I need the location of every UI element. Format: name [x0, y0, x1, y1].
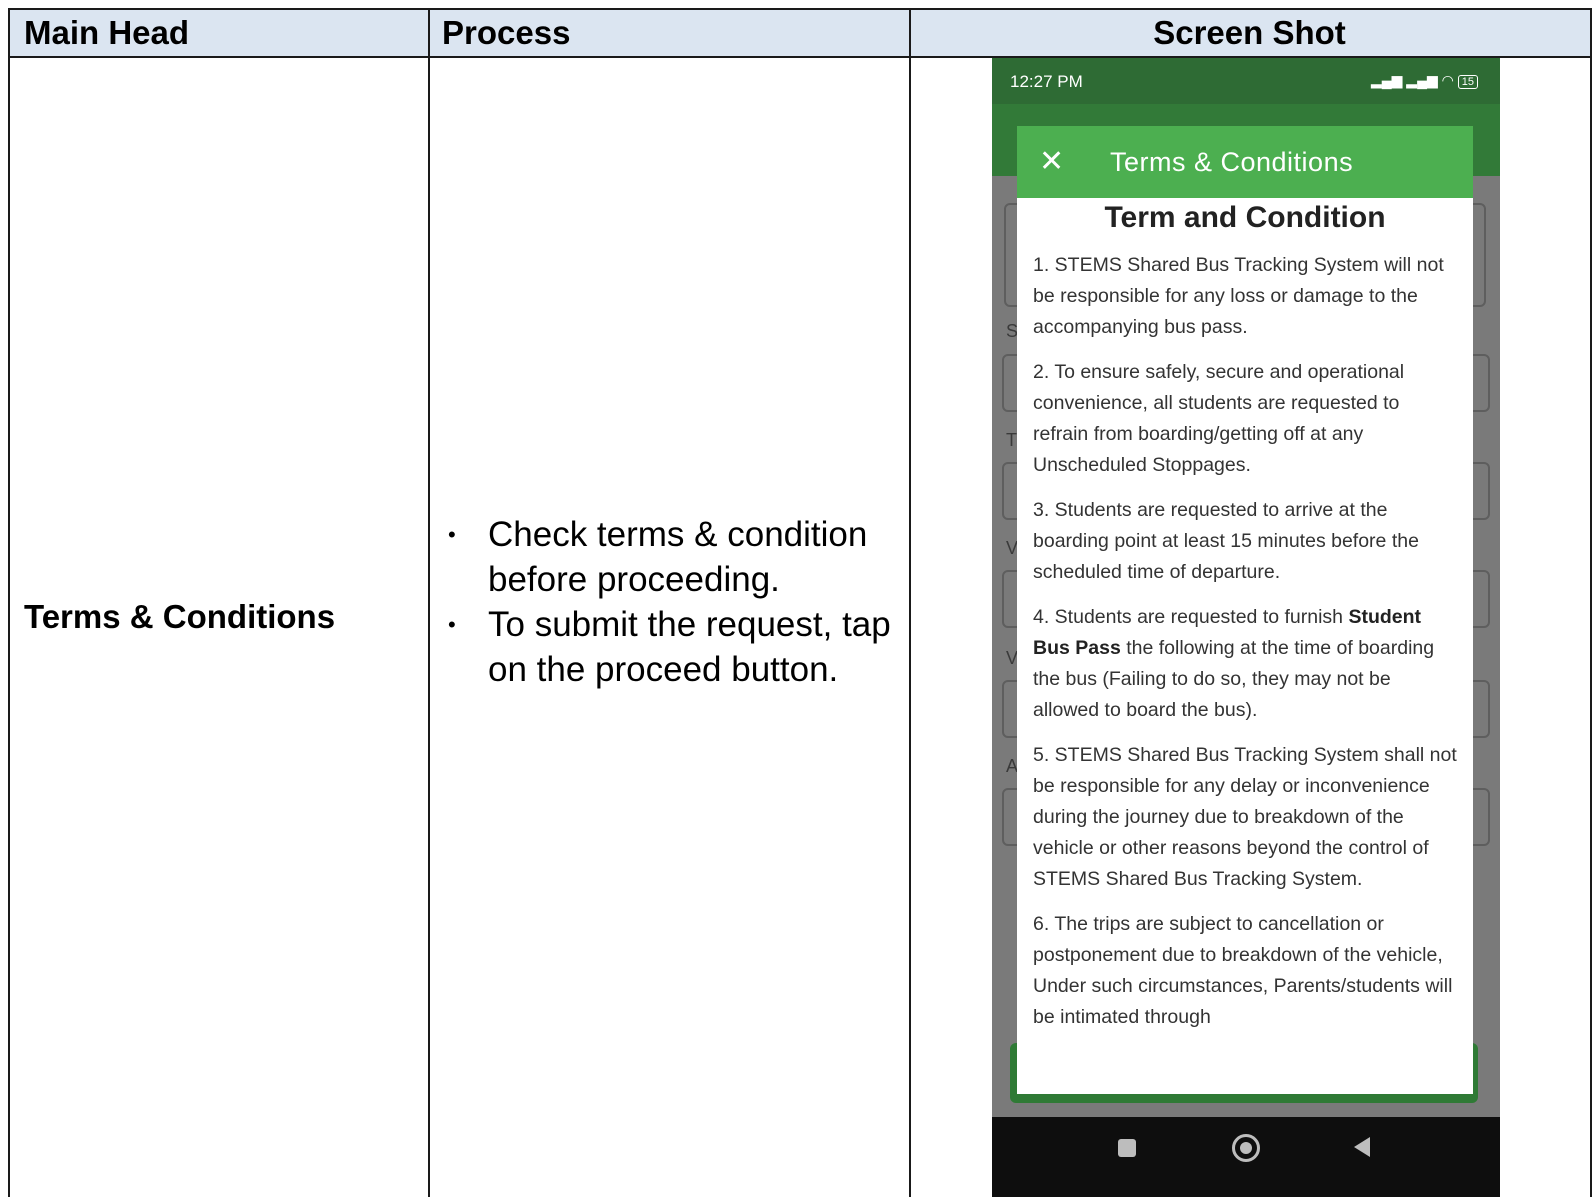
term-item: 4. Students are requested to furnish Stu… [1033, 602, 1457, 726]
wifi-icon: ◠ [1441, 72, 1454, 88]
header-screen-shot: Screen Shot [1153, 14, 1346, 51]
bullet-icon: • [448, 612, 456, 637]
signal-icon: ▂▄▆ [1406, 72, 1438, 88]
background-label: T [1006, 430, 1017, 450]
term-item: 3. Students are requested to arrive at t… [1033, 495, 1457, 588]
process-step-text: Check terms & condition before proceedin… [488, 515, 868, 599]
header-process: Process [442, 14, 571, 51]
back-icon[interactable] [1354, 1137, 1370, 1157]
signal-icon: ▂▄▆ [1370, 72, 1403, 88]
header-main-head: Main Head [24, 14, 190, 51]
term-text: 5. STEMS Shared Bus Tracking System shal… [1033, 744, 1457, 890]
phone-screenshot: 12:27 PM ▂▄▆ ▂▄▆ ◠ 15 S T V V A ✕ Terms … [992, 58, 1500, 1197]
term-item: 2. To ensure safely, secure and operatio… [1033, 357, 1457, 481]
terms-dialog: ✕ Terms & Conditions Term and Condition … [1017, 126, 1473, 1094]
term-text: 6. The trips are subject to cancellation… [1033, 913, 1453, 1028]
term-text: 2. To ensure safely, secure and operatio… [1033, 361, 1405, 476]
battery-icon: 15 [1457, 75, 1478, 89]
term-text: 4. Students are requested to furnish [1033, 606, 1349, 628]
dialog-header: ✕ Terms & Conditions [1017, 126, 1473, 198]
close-icon[interactable]: ✕ [1039, 142, 1064, 182]
home-icon[interactable] [1232, 1134, 1260, 1162]
status-bar: 12:27 PM ▂▄▆ ▂▄▆ ◠ 15 [992, 58, 1500, 104]
dialog-title: Terms & Conditions [1110, 147, 1354, 177]
dialog-heading: Term and Condition [1104, 201, 1386, 234]
column-divider [428, 10, 430, 1197]
recents-icon[interactable] [1118, 1139, 1136, 1157]
term-item: 1. STEMS Shared Bus Tracking System will… [1033, 250, 1457, 343]
term-text: 1. STEMS Shared Bus Tracking System will… [1033, 254, 1444, 338]
term-text: 3. Students are requested to arrive at t… [1033, 499, 1419, 583]
process-step-text: To submit the request, tap on the procee… [488, 605, 891, 689]
android-nav-bar [992, 1117, 1500, 1197]
dialog-body[interactable]: Term and Condition 1. STEMS Shared Bus T… [1017, 198, 1473, 1094]
term-item: 6. The trips are subject to cancellation… [1033, 909, 1457, 1033]
process-list: • Check terms & condition before proceed… [440, 512, 900, 692]
main-head-cell: Terms & Conditions [24, 598, 336, 635]
status-icons: ▂▄▆ ▂▄▆ ◠ 15 [1371, 72, 1478, 89]
bullet-icon: • [448, 522, 456, 547]
process-step: • Check terms & condition before proceed… [440, 512, 900, 602]
column-divider [909, 10, 911, 1197]
status-time: 12:27 PM [1010, 72, 1083, 91]
term-item: 5. STEMS Shared Bus Tracking System shal… [1033, 740, 1457, 895]
process-step: • To submit the request, tap on the proc… [440, 602, 900, 692]
